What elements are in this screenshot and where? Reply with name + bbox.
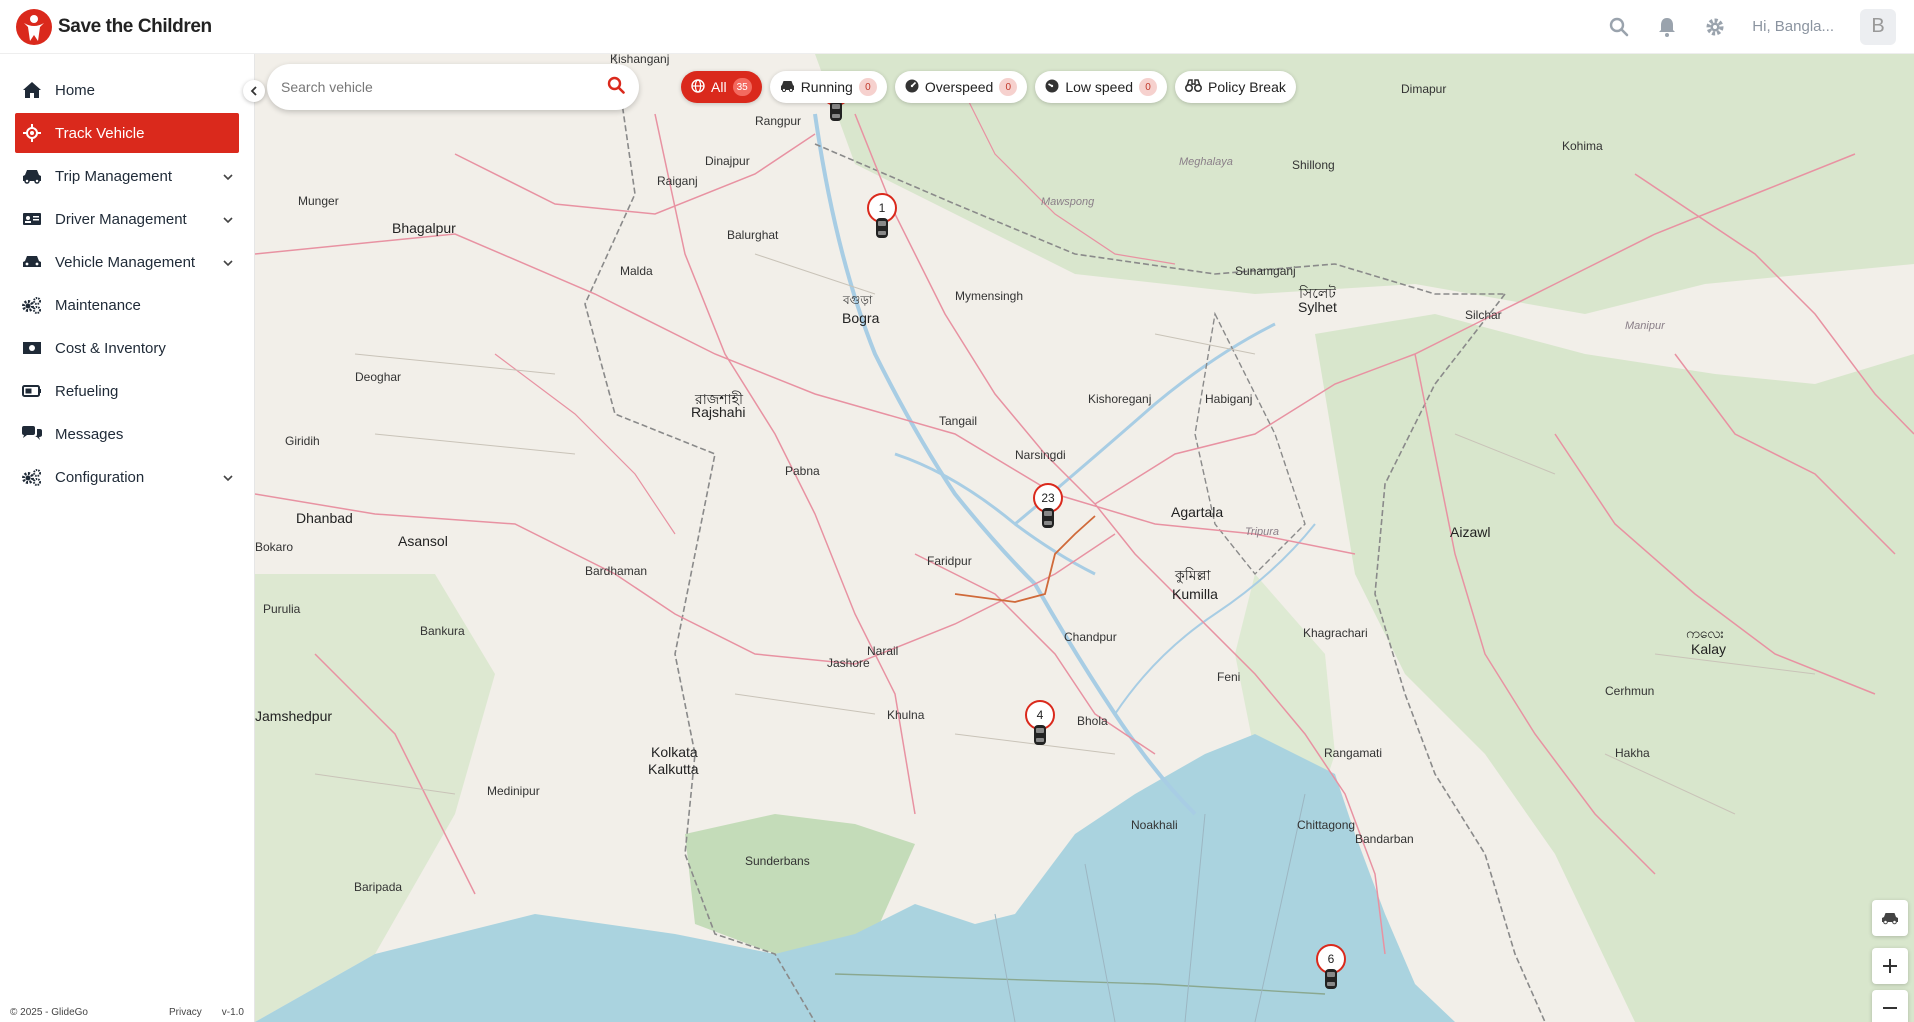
sidebar-footer: © 2025 - GlideGo Privacy v-1.0 xyxy=(10,1007,244,1018)
count-badge: 0 xyxy=(999,78,1018,96)
car-icon xyxy=(830,101,842,121)
target-icon xyxy=(20,123,44,143)
status-filter-bar: All 35 Running 0 Overspeed 0 Low speed 0… xyxy=(681,71,1296,103)
home-icon xyxy=(20,80,44,100)
filter-label: Overspeed xyxy=(924,79,994,95)
cogs-icon xyxy=(20,467,44,487)
filter-label: All xyxy=(711,79,727,95)
count-badge: 0 xyxy=(1139,78,1158,96)
version-text: v-1.0 xyxy=(221,1007,244,1018)
save-the-children-logo-icon xyxy=(16,8,52,45)
sidebar-item-cost-inventory[interactable]: Cost & Inventory xyxy=(15,328,239,368)
money-icon xyxy=(20,338,44,358)
vehicle-cluster-marker[interactable]: 1 xyxy=(867,193,897,243)
sidebar-item-label: Vehicle Management xyxy=(55,253,196,271)
sidebar-item-label: Cost & Inventory xyxy=(55,339,166,357)
filter-all[interactable]: All 35 xyxy=(681,71,762,103)
sidebar-item-trip-management[interactable]: Trip Management xyxy=(15,156,239,196)
count-badge: 0 xyxy=(858,78,877,96)
vehicle-search-box xyxy=(267,64,639,110)
search-icon[interactable] xyxy=(1608,16,1630,38)
sidebar-item-label: Configuration xyxy=(55,468,145,486)
chevron-down-icon xyxy=(222,213,234,225)
car-icon xyxy=(1882,913,1898,925)
chat-icon xyxy=(20,424,44,444)
privacy-link[interactable]: Privacy xyxy=(169,1007,202,1018)
filter-running[interactable]: Running 0 xyxy=(769,71,887,103)
top-bar: Save the Children Hi, Bangla... B xyxy=(0,0,1914,54)
filter-label: Policy Break xyxy=(1208,79,1286,95)
brand-name: Save the Children xyxy=(58,15,212,37)
map-base xyxy=(255,54,1914,1022)
sidebar-item-label: Home xyxy=(55,81,96,99)
sidebar-item-track-vehicle[interactable]: Track Vehicle xyxy=(15,113,239,153)
avatar[interactable]: B xyxy=(1860,8,1896,45)
filter-label: Running xyxy=(800,79,853,95)
copyright-text: © 2025 - GlideGo xyxy=(10,1007,88,1018)
sidebar-item-configuration[interactable]: Configuration xyxy=(15,457,239,497)
filter-label: Low speed xyxy=(1065,79,1134,95)
plus-icon xyxy=(1883,959,1897,973)
bell-icon[interactable] xyxy=(1656,16,1678,38)
sidebar-item-home[interactable]: Home xyxy=(15,70,239,110)
zoom-out-button[interactable] xyxy=(1872,990,1908,1022)
id-card-icon xyxy=(20,209,44,229)
sidebar-item-label: Refueling xyxy=(55,382,119,400)
sidebar-item-refueling[interactable]: Refueling xyxy=(15,371,239,411)
search-icon[interactable] xyxy=(607,76,625,99)
vehicle-cluster-marker[interactable]: 6 xyxy=(1316,944,1346,994)
gear-icon[interactable] xyxy=(1704,16,1726,38)
car-front-icon xyxy=(20,252,44,272)
chevron-down-icon xyxy=(222,256,234,268)
gauge-icon xyxy=(905,79,919,96)
vehicle-cluster-marker[interactable]: 23 xyxy=(1033,483,1063,533)
sidebar-item-vehicle-management[interactable]: Vehicle Management xyxy=(15,242,239,282)
car-icon xyxy=(780,79,795,95)
sidebar-item-maintenance[interactable]: Maintenance xyxy=(15,285,239,325)
map-view[interactable]: Bhagalpur Munger Raiganj Balurghat Kisha… xyxy=(255,54,1914,1022)
sidebar-item-label: Driver Management xyxy=(55,210,187,228)
car-icon xyxy=(1034,725,1046,745)
chevron-down-icon xyxy=(222,471,234,483)
car-icon xyxy=(20,166,44,186)
car-icon xyxy=(1042,508,1054,528)
search-input[interactable] xyxy=(281,79,607,95)
car-icon xyxy=(876,218,888,238)
sidebar-item-label: Trip Management xyxy=(55,167,172,185)
sidebar-item-driver-management[interactable]: Driver Management xyxy=(15,199,239,239)
battery-icon xyxy=(20,381,44,401)
car-icon xyxy=(1325,969,1337,989)
gauge-low-icon xyxy=(1045,79,1059,96)
brand-logo[interactable]: Save the Children xyxy=(16,8,212,45)
sidebar-collapse-button[interactable] xyxy=(243,80,265,102)
chevron-down-icon xyxy=(222,170,234,182)
sidebar-item-label: Messages xyxy=(55,425,124,443)
sidebar-item-messages[interactable]: Messages xyxy=(15,414,239,454)
globe-icon xyxy=(691,78,705,96)
zoom-in-button[interactable] xyxy=(1872,948,1908,984)
cogs-icon xyxy=(20,295,44,315)
vehicle-cluster-marker[interactable]: 4 xyxy=(1025,700,1055,750)
minus-icon xyxy=(1883,1007,1897,1009)
sidebar-item-label: Maintenance xyxy=(55,296,141,314)
sidebar: Home Track Vehicle Trip Management Drive… xyxy=(0,54,255,1022)
count-badge: 35 xyxy=(732,78,752,96)
filter-low-speed[interactable]: Low speed 0 xyxy=(1035,71,1168,103)
vehicle-focus-button[interactable] xyxy=(1872,900,1908,936)
user-greeting[interactable]: Hi, Bangla... xyxy=(1752,18,1834,35)
filter-overspeed[interactable]: Overspeed 0 xyxy=(894,71,1028,103)
chevron-left-icon xyxy=(250,86,257,96)
binoculars-icon xyxy=(1185,79,1203,95)
filter-policy-break[interactable]: Policy Break xyxy=(1175,71,1296,103)
sidebar-item-label: Track Vehicle xyxy=(55,124,145,142)
